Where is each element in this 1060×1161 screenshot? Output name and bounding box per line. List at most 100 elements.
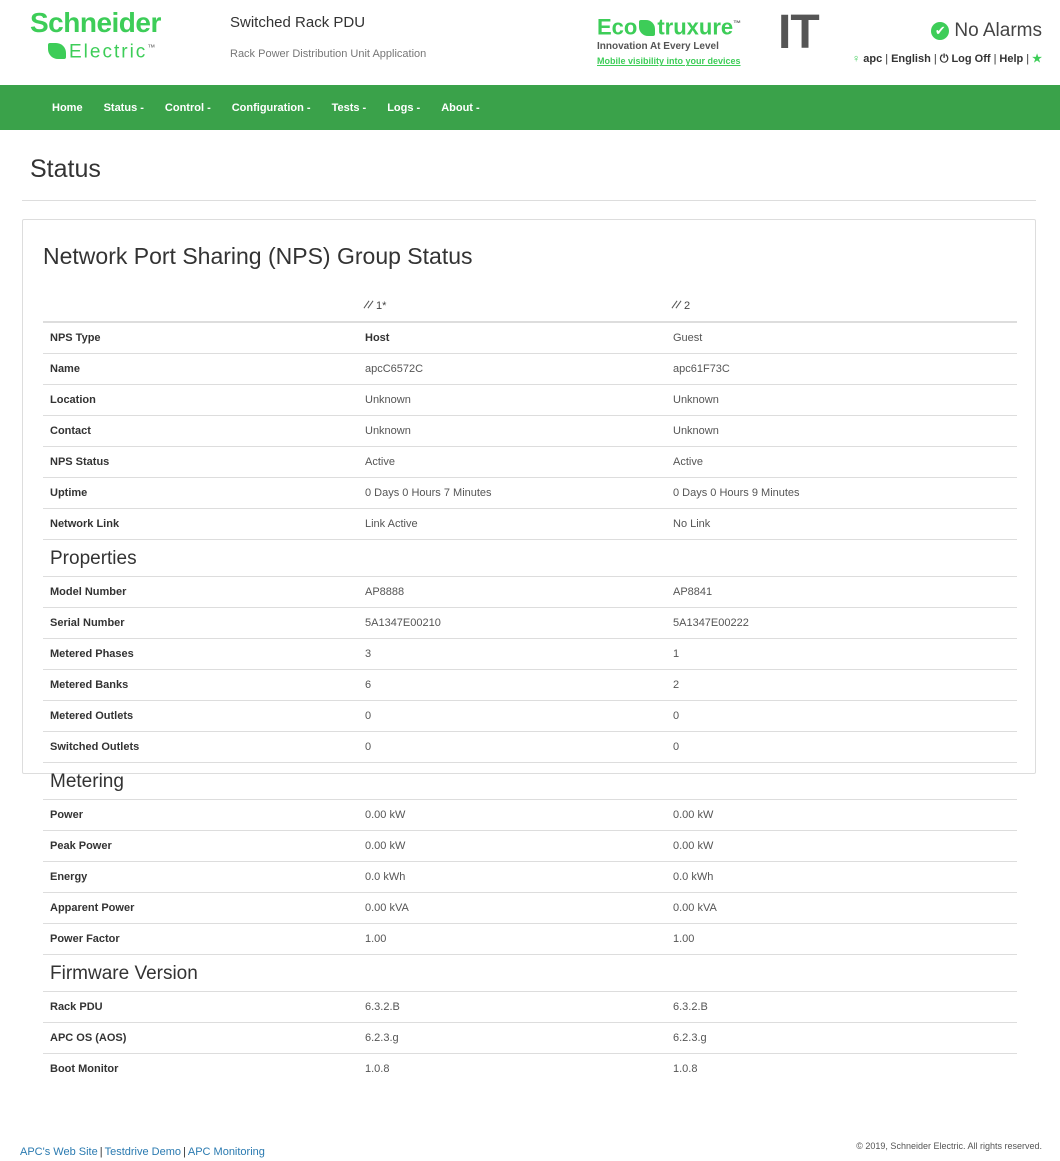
section-title-metering: Metering [43, 762, 1017, 799]
table-header-row: 1* 2 [43, 290, 1017, 322]
device-2-value: 5A1347E00222 [673, 617, 749, 629]
header-device-1: 1* [365, 300, 673, 312]
header-device-2-label: 2 [684, 299, 691, 312]
logo-electric: Electric [69, 41, 148, 63]
user-link[interactable]: apc [863, 53, 882, 65]
app-title: Switched Rack PDU [230, 14, 366, 31]
device-2-value: Guest [673, 332, 703, 344]
nav-tests[interactable]: Tests - [332, 102, 367, 114]
row-label: Peak Power [50, 840, 112, 852]
separator: | [99, 1146, 103, 1158]
row-label: Power [50, 809, 84, 821]
nav-logs[interactable]: Logs - [387, 102, 420, 114]
device-2-value: AP8841 [673, 586, 713, 598]
eco-mobile-link[interactable]: Mobile visibility into your devices [597, 56, 777, 66]
row-label: Metered Banks [50, 679, 129, 691]
row-label: Apparent Power [50, 902, 135, 914]
metering-rows: Power 0.00 kW 0.00 kW Peak Power 0.00 kW 0.00… [43, 799, 1017, 954]
nav-configuration[interactable]: Configuration - [232, 102, 311, 114]
group-rows: NPS Type Host Guest Name apcC6572C apc61F73C L… [43, 322, 1017, 539]
row-label: Name [50, 363, 80, 375]
footer-link-testdrive[interactable]: Testdrive Demo [105, 1146, 181, 1158]
row-label: Metered Phases [50, 648, 134, 660]
table-row: Model Number AP8888 AP8841 [43, 576, 1017, 607]
logoff-link[interactable]: Log Off [951, 53, 990, 65]
row-label: Location [50, 394, 96, 406]
separator: | [933, 53, 937, 65]
device-2-value: 2 [673, 679, 680, 691]
language-link[interactable]: English [891, 53, 931, 65]
device-1-value: 0 Days 0 Hours 7 Minutes [365, 487, 492, 499]
table-row: Peak Power 0.00 kW 0.00 kW [43, 830, 1017, 861]
row-label: Serial Number [50, 617, 125, 629]
user-icon: ♀ [851, 53, 861, 65]
device-1-value: Host [365, 332, 390, 344]
device-2-value: 0.00 kW [673, 840, 714, 852]
device-2-value: 6.2.3.g [673, 1032, 707, 1044]
table-row: Uptime 0 Days 0 Hours 7 Minutes 0 Days 0 H… [43, 477, 1017, 508]
device-1-value: AP8888 [365, 586, 405, 598]
device-1-value: 6 [365, 679, 372, 691]
nav-about[interactable]: About - [441, 102, 479, 114]
ecostruxure-banner[interactable]: Eco truxure™ Innovation At Every Level Mo… [597, 12, 777, 67]
table-row: Serial Number 5A1347E00210 5A1347E00222 [43, 607, 1017, 638]
eco-word-b: truxure [657, 14, 734, 40]
device-1-value: 3 [365, 648, 372, 660]
trademark-mark: ™ [147, 43, 156, 52]
footer-link-apc-site[interactable]: APC's Web Site [20, 1146, 98, 1158]
device-1-value: apcC6572C [365, 363, 424, 375]
device-2-value: 6.3.2.B [673, 1001, 708, 1013]
device-2-value: 0 Days 0 Hours 9 Minutes [673, 487, 800, 499]
logoff-icon: ⏻ [939, 53, 952, 65]
nav-status[interactable]: Status - [104, 102, 144, 114]
device-icon [365, 300, 374, 309]
row-label: Network Link [50, 518, 120, 530]
it-label: IT [778, 6, 820, 59]
separator: | [993, 53, 997, 65]
device-2-value: Unknown [673, 394, 719, 406]
header-device-1-label: 1* [376, 299, 387, 312]
footer-links: APC's Web Site | Testdrive Demo | APC Monito… [20, 1146, 265, 1158]
device-1-value: 0 [365, 741, 372, 753]
table-row: Power 0.00 kW 0.00 kW [43, 799, 1017, 830]
table-row: Contact Unknown Unknown [43, 415, 1017, 446]
table-row: NPS Status Active Active [43, 446, 1017, 477]
device-2-value: 1 [673, 648, 680, 660]
table-row: Metered Phases 3 1 [43, 638, 1017, 669]
page-title: Status [30, 155, 101, 183]
nav-home[interactable]: Home [52, 102, 83, 114]
header-device-2: 2 [673, 300, 1017, 312]
eco-leaf-icon [639, 20, 656, 37]
device-1-value: 5A1347E00210 [365, 617, 441, 629]
device-2-value: No Link [673, 518, 711, 530]
schneider-logo[interactable]: Schneider Electric™ [30, 8, 210, 62]
help-link[interactable]: Help [999, 53, 1023, 65]
table-row: Network Link Link Active No Link [43, 508, 1017, 539]
table-row: Rack PDU 6.3.2.B 6.3.2.B [43, 991, 1017, 1022]
device-2-value: 0 [673, 741, 680, 753]
row-label: APC OS (AOS) [50, 1032, 127, 1044]
device-1-value: 0.00 kVA [365, 902, 409, 914]
device-1-value: 0.00 kW [365, 809, 406, 821]
pin-icon[interactable]: ★ [1032, 53, 1042, 65]
alarm-status[interactable]: ✔ No Alarms [931, 20, 1042, 42]
device-2-value: Active [673, 456, 703, 468]
row-label: Metered Outlets [50, 710, 134, 722]
table-row: Energy 0.0 kWh 0.0 kWh [43, 861, 1017, 892]
header: Schneider Electric™ Switched Rack PDU Ra… [0, 0, 1060, 85]
device-2-value: 1.0.8 [673, 1063, 698, 1075]
row-label: Energy [50, 871, 88, 883]
table-row: Boot Monitor 1.0.8 1.0.8 [43, 1053, 1017, 1084]
footer-link-monitoring[interactable]: APC Monitoring [188, 1146, 265, 1158]
panel-title: Network Port Sharing (NPS) Group Status [43, 243, 473, 269]
device-2-value: apc61F73C [673, 363, 730, 375]
row-label: Contact [50, 425, 91, 437]
row-label: Switched Outlets [50, 741, 140, 753]
nps-status-panel: Network Port Sharing (NPS) Group Status … [22, 219, 1036, 1075]
device-1-value: 0.0 kWh [365, 871, 406, 883]
nav-control[interactable]: Control - [165, 102, 211, 114]
nps-status-table: 1* 2 NPS Type Host Guest Name apcC6572C apc61… [43, 290, 1017, 1084]
table-row: Apparent Power 0.00 kVA 0.00 kVA [43, 892, 1017, 923]
alarm-status-text: No Alarms [954, 20, 1042, 41]
row-label: Uptime [50, 487, 88, 499]
